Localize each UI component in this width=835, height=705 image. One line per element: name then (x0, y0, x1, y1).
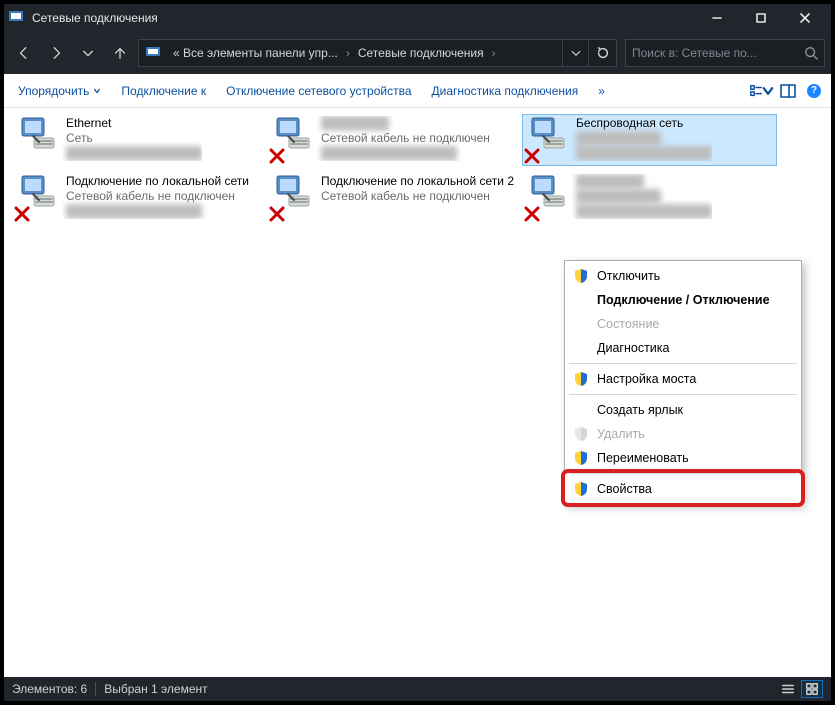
command-bar: Упорядочить Подключение к Отключение сет… (4, 74, 831, 108)
disconnected-x-icon (269, 206, 285, 222)
view-details-button[interactable] (777, 680, 799, 698)
connection-status: Сетевой кабель не подключен (321, 189, 514, 204)
organize-menu[interactable]: Упорядочить (8, 74, 111, 107)
nav-back-button[interactable] (10, 39, 38, 67)
nav-history-dropdown[interactable] (74, 39, 102, 67)
menu-item[interactable]: Диагностика (567, 336, 799, 360)
search-placeholder: Поиск в: Сетевые по... (632, 46, 804, 60)
disconnected-x-icon (269, 148, 285, 164)
menu-item[interactable]: Настройка моста (567, 367, 799, 391)
address-icon (139, 40, 167, 66)
disconnected-x-icon (524, 148, 540, 164)
network-icon (524, 116, 572, 164)
connection-adapter: ████████████████ (66, 204, 249, 219)
nav-up-button[interactable] (106, 39, 134, 67)
connection-name: ████████ (576, 174, 712, 189)
connection-item[interactable]: Ethernet Сеть ████████████████ (12, 114, 267, 166)
menu-separator (569, 473, 797, 474)
minimize-button[interactable] (695, 4, 739, 32)
connection-status: Сетевой кабель не подключен (66, 189, 249, 204)
connection-item[interactable]: Подключение по локальной сети Сетевой ка… (12, 172, 267, 224)
menu-item-label: Подключение / Отключение (597, 293, 770, 307)
menu-item-label: Диагностика (597, 341, 669, 355)
context-menu: Отключить Подключение / Отключение Состо… (564, 260, 802, 505)
address-dropdown[interactable] (562, 40, 588, 66)
status-selection: Выбран 1 элемент (104, 682, 207, 696)
status-count: Элементов: 6 (12, 682, 87, 696)
connection-name: Подключение по локальной сети 2 (321, 174, 514, 189)
menu-item-label: Свойства (597, 482, 652, 496)
connection-status: Сеть (66, 131, 202, 146)
connection-adapter: ████████████████ (576, 204, 712, 219)
connect-to-button[interactable]: Подключение к (111, 74, 216, 107)
menu-separator (569, 363, 797, 364)
connection-name: ████████ (321, 116, 490, 131)
chevron-right-icon: › (490, 46, 498, 60)
connection-item[interactable]: Беспроводная сеть ██████████ ███████████… (522, 114, 777, 166)
network-icon (269, 116, 317, 164)
connection-adapter: ████████████████ (321, 146, 490, 161)
menu-item-label: Создать ярлык (597, 403, 683, 417)
navbar: « Все элементы панели упр... › Сетевые п… (4, 32, 831, 74)
menu-item-label: Удалить (597, 427, 645, 441)
connection-item[interactable]: Подключение по локальной сети 2 Сетевой … (267, 172, 522, 224)
overflow-button[interactable]: » (588, 74, 615, 107)
menu-item-label: Состояние (597, 317, 659, 331)
menu-item-label: Переименовать (597, 451, 689, 465)
network-icon (524, 174, 572, 222)
connection-name: Ethernet (66, 116, 202, 131)
help-icon: ? (807, 84, 821, 98)
menu-item[interactable]: Свойства (567, 477, 799, 501)
titlebar: Сетевые подключения (4, 4, 831, 32)
network-icon (269, 174, 317, 222)
shield-icon (573, 450, 589, 466)
disconnected-x-icon (14, 206, 30, 222)
connection-name: Подключение по локальной сети (66, 174, 249, 189)
window-title: Сетевые подключения (32, 11, 695, 25)
search-input[interactable]: Поиск в: Сетевые по... (625, 39, 825, 67)
network-icon (14, 174, 62, 222)
connection-status: Сетевой кабель не подключен (321, 131, 490, 146)
shield-icon (573, 481, 589, 497)
menu-item-label: Отключить (597, 269, 660, 283)
search-icon (804, 46, 818, 60)
network-icon (14, 116, 62, 164)
items-area[interactable]: Ethernet Сеть ████████████████ ████████ … (4, 108, 831, 677)
menu-item: Состояние (567, 312, 799, 336)
status-bar: Элементов: 6 Выбран 1 элемент (4, 677, 831, 701)
app-icon (8, 10, 24, 26)
chevron-right-icon: › (344, 46, 352, 60)
menu-item[interactable]: Отключить (567, 264, 799, 288)
view-options-button[interactable] (749, 74, 775, 107)
breadcrumb-parent[interactable]: « Все элементы панели упр... (167, 40, 344, 66)
shield-icon (573, 426, 589, 442)
menu-item[interactable]: Создать ярлык (567, 398, 799, 422)
menu-item[interactable]: Подключение / Отключение (567, 288, 799, 312)
close-button[interactable] (783, 4, 827, 32)
maximize-button[interactable] (739, 4, 783, 32)
connection-item[interactable]: ████████ Сетевой кабель не подключен ███… (267, 114, 522, 166)
address-bar[interactable]: « Все элементы панели упр... › Сетевые п… (138, 39, 617, 67)
menu-item-label: Настройка моста (597, 372, 696, 386)
connection-adapter: ████████████████ (576, 146, 712, 161)
disconnected-x-icon (524, 206, 540, 222)
connection-adapter: ████████████████ (66, 146, 202, 161)
diagnose-button[interactable]: Диагностика подключения (422, 74, 589, 107)
connection-status: ██████████ (576, 131, 712, 146)
shield-icon (573, 268, 589, 284)
connection-status: ██████████ (576, 189, 712, 204)
breadcrumb-current[interactable]: Сетевые подключения (352, 40, 490, 66)
menu-item: Удалить (567, 422, 799, 446)
disable-device-button[interactable]: Отключение сетевого устройства (216, 74, 421, 107)
menu-item[interactable]: Переименовать (567, 446, 799, 470)
preview-pane-button[interactable] (775, 74, 801, 107)
shield-icon (573, 371, 589, 387)
nav-forward-button[interactable] (42, 39, 70, 67)
connection-item[interactable]: ████████ ██████████ ████████████████ (522, 172, 777, 224)
help-button[interactable]: ? (801, 74, 827, 107)
refresh-button[interactable] (588, 40, 616, 66)
menu-separator (569, 394, 797, 395)
view-tiles-button[interactable] (801, 680, 823, 698)
connection-name: Беспроводная сеть (576, 116, 712, 131)
